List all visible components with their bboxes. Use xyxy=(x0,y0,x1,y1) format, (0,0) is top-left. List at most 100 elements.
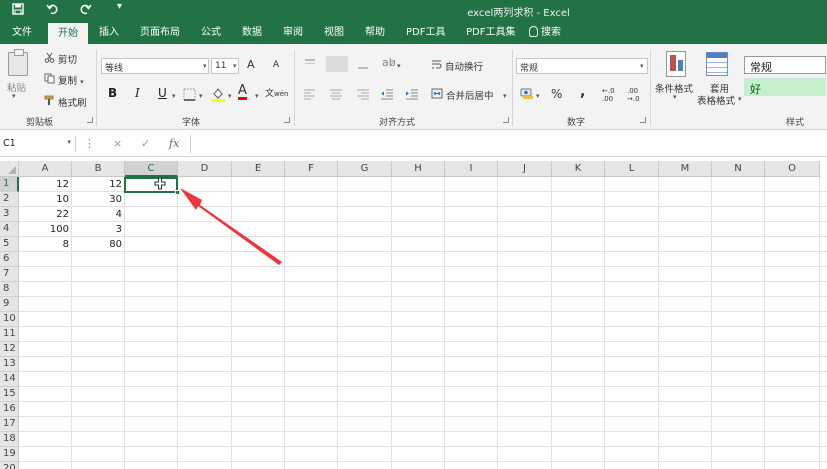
cell-b2[interactable]: 30 xyxy=(72,192,125,207)
row-header-2[interactable]: 2 xyxy=(0,192,19,207)
wrap-text-button[interactable]: 自动换行 xyxy=(431,59,483,73)
row-header-5[interactable]: 5 xyxy=(0,237,19,252)
tab-file[interactable]: 文件 xyxy=(5,22,39,44)
formula-input[interactable] xyxy=(190,135,827,153)
column-header-n[interactable]: N xyxy=(712,161,765,177)
insert-function-icon[interactable]: fx xyxy=(169,137,179,150)
borders-dropdown-icon[interactable]: ▾ xyxy=(199,92,203,100)
row-header-11[interactable]: 11 xyxy=(0,327,19,342)
cell-a3[interactable]: 22 xyxy=(19,207,72,222)
format-as-table-label-2[interactable]: 表格格式 xyxy=(697,93,735,107)
borders-button[interactable] xyxy=(183,88,196,104)
number-format-select[interactable]: 常规 xyxy=(516,58,648,74)
drag-handle-icon[interactable]: ⋮ xyxy=(84,137,95,150)
cell-style-good[interactable]: 好 xyxy=(744,78,826,96)
align-middle-button[interactable] xyxy=(326,56,348,72)
column-header-h[interactable]: H xyxy=(392,161,445,177)
column-header-e[interactable]: E xyxy=(232,161,285,177)
row-header-19[interactable]: 19 xyxy=(0,447,19,462)
font-name-select[interactable]: 等线 xyxy=(101,58,209,74)
column-header-g[interactable]: G xyxy=(338,161,392,177)
underline-dropdown-icon[interactable]: ▾ xyxy=(172,92,176,100)
comma-style-button[interactable]: , xyxy=(580,84,585,100)
paste-icon[interactable] xyxy=(8,49,28,76)
column-header-o[interactable]: O xyxy=(765,161,820,177)
cut-button[interactable]: 剪切 xyxy=(44,52,77,66)
select-all-button[interactable] xyxy=(0,161,19,177)
row-header-14[interactable]: 14 xyxy=(0,372,19,387)
row-header-8[interactable]: 8 xyxy=(0,282,19,297)
merge-center-button[interactable]: 合并后居中 xyxy=(431,88,494,102)
format-painter-button[interactable]: 格式刷 xyxy=(44,95,87,109)
accounting-format-button[interactable] xyxy=(520,87,534,103)
cell-b1[interactable]: 12 xyxy=(72,177,125,192)
font-name-dropdown-icon[interactable]: ▾ xyxy=(203,62,207,70)
fill-color-button[interactable] xyxy=(210,86,226,105)
orientation-dropdown-icon[interactable]: ▾ xyxy=(397,62,401,70)
column-header-k[interactable]: K xyxy=(552,161,605,177)
bold-button[interactable]: B xyxy=(108,86,117,100)
phonetic-button[interactable]: 文wén xyxy=(265,86,288,99)
percent-button[interactable]: % xyxy=(551,87,562,101)
align-right-button[interactable] xyxy=(356,88,370,103)
row-header-20[interactable]: 20 xyxy=(0,462,19,469)
increase-decimal-button[interactable]: ←.0 .00 xyxy=(602,87,616,103)
row-header-6[interactable]: 6 xyxy=(0,252,19,267)
fill-handle[interactable] xyxy=(175,190,180,195)
enter-icon[interactable]: ✓ xyxy=(141,137,150,150)
fill-color-dropdown-icon[interactable]: ▾ xyxy=(228,92,232,100)
conditional-formatting-dropdown-icon[interactable]: ▾ xyxy=(673,93,677,101)
cell-b3[interactable]: 4 xyxy=(72,207,125,222)
decrease-indent-button[interactable] xyxy=(380,88,394,103)
format-as-table-icon[interactable] xyxy=(706,52,728,76)
tab-home[interactable]: 开始 xyxy=(48,23,88,44)
tab-data[interactable]: 数据 xyxy=(235,22,269,44)
cell-style-normal[interactable]: 常规 xyxy=(744,56,826,74)
shrink-font-button[interactable]: A xyxy=(273,60,279,70)
column-header-a[interactable]: A xyxy=(19,161,72,177)
cell-b4[interactable]: 3 xyxy=(72,222,125,237)
paste-dropdown-icon[interactable]: ▾ xyxy=(12,92,16,100)
cancel-icon[interactable]: × xyxy=(113,137,122,150)
decrease-decimal-button[interactable]: .00 →.0 xyxy=(627,87,641,103)
column-header-c[interactable]: C xyxy=(125,161,178,177)
row-header-3[interactable]: 3 xyxy=(0,207,19,222)
orientation-button[interactable]: ab̷ xyxy=(382,56,396,69)
tab-insert[interactable]: 插入 xyxy=(92,22,126,44)
tab-search[interactable]: 搜索 xyxy=(522,22,568,44)
row-header-9[interactable]: 9 xyxy=(0,297,19,312)
cell-a5[interactable]: 8 xyxy=(19,237,72,252)
clipboard-dialog-launcher-icon[interactable] xyxy=(87,117,93,123)
tab-pdf-toolkit[interactable]: PDF工具集 xyxy=(459,22,522,44)
row-header-4[interactable]: 4 xyxy=(0,222,19,237)
column-header-d[interactable]: D xyxy=(178,161,232,177)
selected-cell-c1[interactable] xyxy=(124,177,180,195)
row-header-12[interactable]: 12 xyxy=(0,342,19,357)
tab-view[interactable]: 视图 xyxy=(317,22,351,44)
row-header-1[interactable]: 1 xyxy=(0,177,19,192)
conditional-formatting-icon[interactable] xyxy=(666,51,686,77)
row-header-17[interactable]: 17 xyxy=(0,417,19,432)
spreadsheet-grid[interactable]: A B C D E F G H I J K L M N O 1 2 3 4 5 6 7 8 9 10 11 12 13 14 15 16 17… xyxy=(0,161,827,469)
number-dialog-launcher-icon[interactable] xyxy=(640,117,646,123)
align-bottom-button[interactable] xyxy=(356,58,370,73)
cell-a4[interactable]: 100 xyxy=(19,222,72,237)
name-box[interactable]: C1 ▾ xyxy=(0,136,76,152)
column-header-l[interactable]: L xyxy=(605,161,659,177)
row-header-15[interactable]: 15 xyxy=(0,387,19,402)
cell-b5[interactable]: 80 xyxy=(72,237,125,252)
row-header-7[interactable]: 7 xyxy=(0,267,19,282)
copy-button[interactable]: 复制 ▾ xyxy=(44,73,84,87)
row-header-10[interactable]: 10 xyxy=(0,312,19,327)
tab-formulas[interactable]: 公式 xyxy=(194,22,228,44)
copy-dropdown-icon[interactable]: ▾ xyxy=(80,78,84,86)
alignment-dialog-launcher-icon[interactable] xyxy=(503,117,509,123)
cell-a1[interactable]: 12 xyxy=(19,177,72,192)
tab-review[interactable]: 审阅 xyxy=(276,22,310,44)
font-size-dropdown-icon[interactable]: ▾ xyxy=(233,62,237,70)
grow-font-button[interactable]: A xyxy=(247,58,255,71)
column-header-f[interactable]: F xyxy=(285,161,338,177)
align-left-button[interactable] xyxy=(303,88,317,103)
align-top-button[interactable] xyxy=(303,58,317,73)
row-header-18[interactable]: 18 xyxy=(0,432,19,447)
